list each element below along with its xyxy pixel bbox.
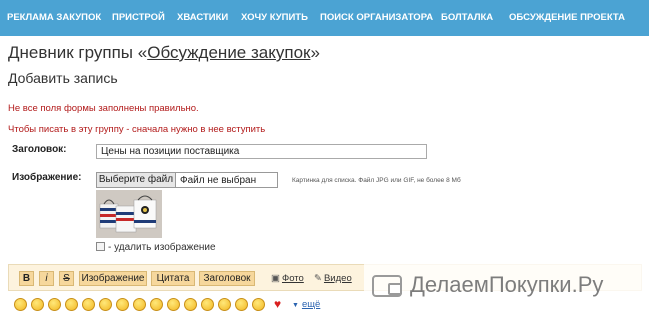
strike-button[interactable]: S — [59, 271, 74, 286]
watermark-text: ДелаемПокупки.Ру — [410, 272, 604, 297]
watermark: ДелаемПокупки.Ру — [364, 263, 646, 305]
nav-item-khvastiki[interactable]: ХВАСТИКИ — [177, 12, 228, 23]
smile-icon[interactable] — [14, 298, 27, 311]
image-label: Изображение: — [12, 172, 82, 183]
kiss-icon[interactable] — [184, 298, 197, 311]
wave-icon[interactable] — [235, 298, 248, 311]
cry-icon[interactable] — [201, 298, 214, 311]
video-label: Видео — [323, 273, 352, 284]
angry-icon[interactable] — [150, 298, 163, 311]
title-label: Заголовок: — [12, 144, 67, 155]
choose-file-button[interactable]: Выберите файл — [96, 172, 176, 188]
more-label: ещё — [301, 299, 321, 310]
file-status: Файл не выбран — [176, 172, 278, 188]
video-icon: ✎ — [314, 273, 322, 284]
file-hint: Картинка для списка. Файл JPG или GIF, н… — [292, 177, 461, 184]
title-suffix: » — [310, 43, 320, 62]
confused-icon[interactable] — [252, 298, 265, 311]
nav-item-obsuzhdenie-proekta[interactable]: ОБСУЖДЕНИЕ ПРОЕКТА — [509, 12, 625, 23]
laugh-icon[interactable] — [82, 298, 95, 311]
quote-button[interactable]: Цитата — [151, 271, 195, 286]
photo-label: Фото — [281, 273, 304, 284]
insert-image-button[interactable]: Изображение — [79, 271, 147, 286]
wallet-icon — [372, 275, 402, 297]
girl-icon[interactable] — [167, 298, 180, 311]
photo-link[interactable]: ▣ Фото — [271, 273, 304, 284]
page-subtitle: Добавить запись — [8, 70, 118, 86]
error-message-form: Не все поля формы заполнены правильно. — [8, 103, 199, 114]
bags-photo-icon — [96, 190, 162, 238]
title-prefix: Дневник группы « — [8, 43, 148, 62]
wink-icon[interactable] — [48, 298, 61, 311]
cool-icon[interactable] — [116, 298, 129, 311]
nav-item-poisk-organizatora[interactable]: ПОИСК ОРГАНИЗАТОРА — [320, 12, 433, 23]
heading-button[interactable]: Заголовок — [199, 271, 255, 286]
delete-image-checkbox[interactable] — [96, 242, 105, 251]
heart-icon[interactable]: ♥ — [271, 298, 284, 311]
chevron-down-icon: ▼ — [292, 302, 299, 309]
nav-item-pristroy[interactable]: ПРИСТРОЙ — [112, 12, 165, 23]
grin-icon[interactable] — [65, 298, 78, 311]
hug-icon[interactable] — [133, 298, 146, 311]
group-link[interactable]: Обсуждение закупок — [147, 43, 310, 62]
image-thumbnail — [96, 190, 162, 238]
more-smileys-link[interactable]: ▼ ещё — [292, 299, 320, 310]
top-navigation: РЕКЛАМА ЗАКУПОК ПРИСТРОЙ ХВАСТИКИ ХОЧУ К… — [0, 0, 649, 36]
sad-icon[interactable] — [31, 298, 44, 311]
love-icon[interactable] — [218, 298, 231, 311]
error-message-join: Чтобы писать в эту группу - сначала нужн… — [8, 124, 266, 135]
video-link[interactable]: ✎ Видео — [314, 273, 352, 284]
nav-item-khochu-kupit[interactable]: ХОЧУ КУПИТЬ — [241, 12, 308, 23]
page-title: Дневник группы «Обсуждение закупок» — [8, 43, 320, 63]
delete-image-label: - удалить изображение — [108, 242, 216, 253]
nav-item-boltalka[interactable]: БОЛТАЛКА — [441, 12, 493, 23]
photo-icon: ▣ — [271, 273, 280, 284]
tongue-icon[interactable] — [99, 298, 112, 311]
bold-button[interactable]: B — [19, 271, 34, 286]
title-input[interactable] — [96, 144, 427, 159]
italic-button[interactable]: i — [39, 271, 54, 286]
nav-item-reklama[interactable]: РЕКЛАМА ЗАКУПОК — [7, 12, 101, 23]
